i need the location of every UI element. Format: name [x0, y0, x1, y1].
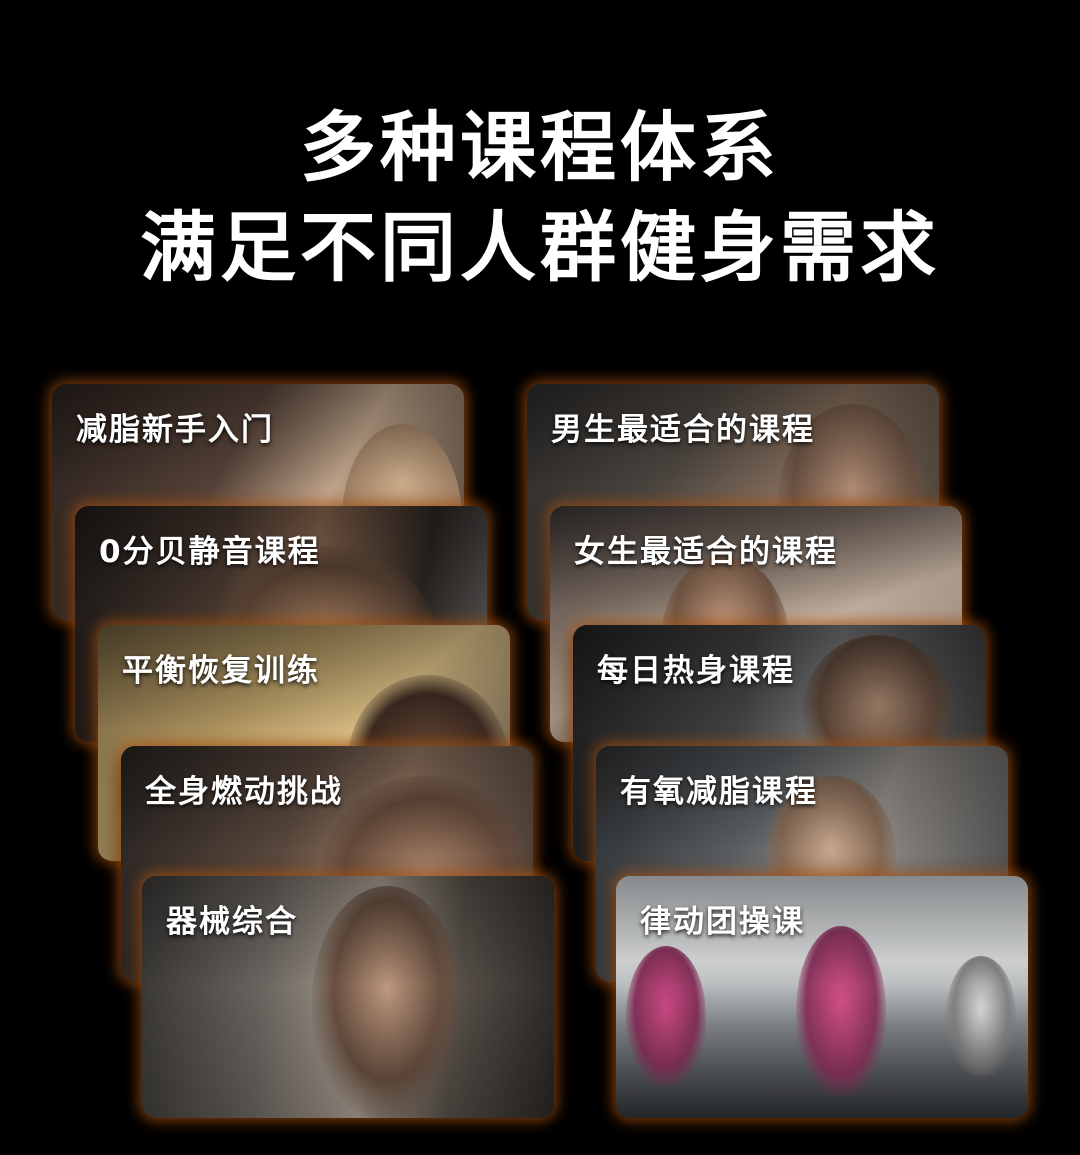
- course-label: 女生最适合的课程: [574, 534, 838, 570]
- course-label: 全身燃动挑战: [145, 774, 343, 810]
- course-label: 男生最适合的课程: [551, 412, 815, 448]
- headline-line-2: 满足不同人群健身需求: [140, 203, 940, 292]
- course-label: 0分贝静音课程: [99, 534, 321, 570]
- course-label: 器械综合: [166, 904, 298, 940]
- course-label: 有氧减脂课程: [620, 774, 818, 810]
- course-card-group-rhythm[interactable]: 律动团操课: [616, 876, 1028, 1118]
- headline-line-1: 多种课程体系: [300, 103, 780, 192]
- course-label: 每日热身课程: [597, 653, 795, 689]
- course-label: 平衡恢复训练: [122, 653, 320, 689]
- course-label: 律动团操课: [640, 904, 805, 940]
- course-card-equipment[interactable]: 器械综合: [142, 876, 554, 1118]
- course-label: 减脂新手入门: [76, 412, 274, 448]
